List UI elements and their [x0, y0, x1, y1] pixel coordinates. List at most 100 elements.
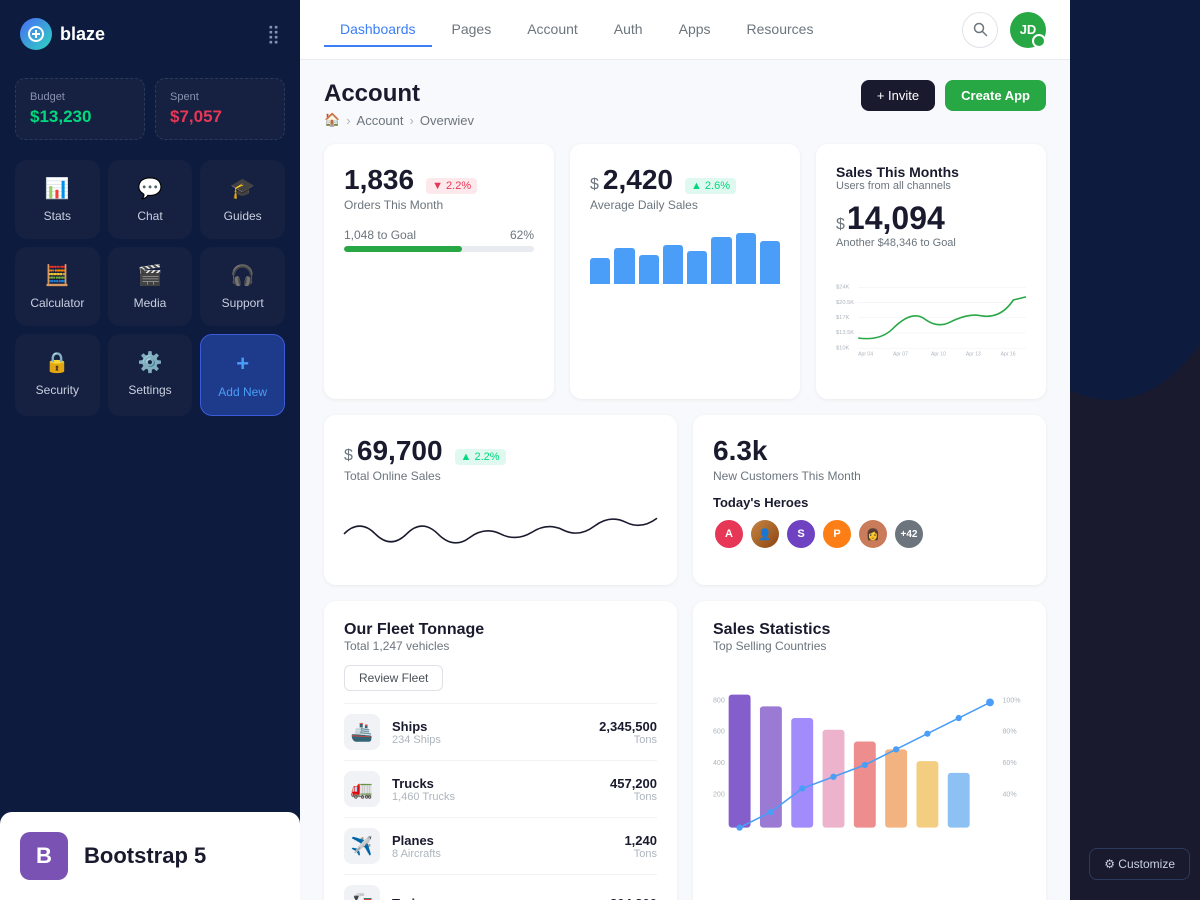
- svg-text:100%: 100%: [1003, 697, 1021, 704]
- bar-8: [760, 241, 780, 284]
- guides-icon: 🎓: [230, 176, 255, 201]
- daily-sales-chart: [590, 224, 780, 284]
- planes-unit: Tons: [624, 848, 657, 860]
- svg-text:$20.5K: $20.5K: [836, 300, 854, 306]
- page-content: Account 🏠 › Account › Overwiev + Invite …: [300, 60, 1070, 900]
- svg-text:$10K: $10K: [836, 345, 849, 351]
- sales-month-title: Sales This Months: [836, 164, 1026, 180]
- page-header: Account 🏠 › Account › Overwiev + Invite …: [324, 80, 1046, 128]
- sales-stats-chart: 800 600 400 200 100% 80% 60% 40%: [713, 665, 1026, 865]
- invite-button[interactable]: + Invite: [861, 80, 935, 111]
- stats-label: Stats: [44, 209, 71, 223]
- svg-text:80%: 80%: [1003, 729, 1017, 736]
- orders-value: 1,836: [344, 164, 414, 196]
- svg-text:Apr 10: Apr 10: [931, 352, 946, 358]
- bar-6: [711, 237, 731, 284]
- hero-4: P: [821, 518, 853, 550]
- tab-pages[interactable]: Pages: [436, 13, 508, 47]
- bar-5: [687, 251, 707, 284]
- customers-label: New Customers This Month: [713, 469, 1026, 483]
- app-name: blaze: [60, 24, 105, 45]
- logo-icon: [20, 18, 52, 50]
- bootstrap-icon: B: [20, 832, 68, 880]
- tab-apps[interactable]: Apps: [663, 13, 727, 47]
- planes-sub: 8 Aircrafts: [392, 848, 612, 860]
- bootstrap-banner: B Bootstrap 5: [0, 812, 300, 900]
- menu-icon[interactable]: ⣿: [267, 24, 280, 45]
- sidebar-item-chat[interactable]: 💬 Chat: [108, 160, 193, 239]
- bar-2: [614, 248, 634, 284]
- spent-label: Spent: [170, 91, 270, 103]
- fleet-subtitle: Total 1,247 vehicles: [344, 639, 657, 653]
- main-content: Dashboards Pages Account Auth Apps Resou…: [300, 0, 1070, 900]
- fleet-row-ships: 🚢 Ships 234 Ships 2,345,500 Tons: [344, 703, 657, 760]
- search-button[interactable]: [962, 12, 998, 48]
- fleet-ships-info: Ships 234 Ships: [392, 719, 587, 746]
- create-app-button[interactable]: Create App: [945, 80, 1046, 111]
- second-row: $ 69,700 ▲ 2.2% Total Online Sales 6.3k …: [324, 415, 1046, 585]
- guides-label: Guides: [224, 209, 262, 223]
- sidebar-item-media[interactable]: 🎬 Media: [108, 247, 193, 326]
- trains-value-area: 804,300: [610, 896, 657, 900]
- add-new-label: Add New: [218, 385, 267, 399]
- top-nav-tabs: Dashboards Pages Account Auth Apps Resou…: [324, 13, 829, 47]
- top-nav-actions: JD: [962, 12, 1046, 48]
- sidebar-item-support[interactable]: 🎧 Support: [200, 247, 285, 326]
- svg-text:400: 400: [713, 760, 725, 767]
- budget-area: Budget $13,230 Spent $7,057: [0, 68, 300, 160]
- svg-text:$13.5K: $13.5K: [836, 330, 854, 336]
- tab-dashboards[interactable]: Dashboards: [324, 13, 432, 47]
- svg-text:Apr 07: Apr 07: [893, 352, 908, 358]
- wave-chart: [344, 495, 657, 565]
- online-sales-prefix: $: [344, 447, 353, 465]
- svg-text:600: 600: [713, 729, 725, 736]
- svg-text:Apr 13: Apr 13: [966, 352, 981, 358]
- customers-card: 6.3k New Customers This Month Today's He…: [693, 415, 1046, 585]
- ships-unit: Tons: [599, 734, 657, 746]
- fleet-title: Our Fleet Tonnage: [344, 621, 657, 639]
- tab-auth[interactable]: Auth: [598, 13, 659, 47]
- bar-1: [590, 258, 610, 284]
- svg-text:40%: 40%: [1003, 791, 1017, 798]
- tab-account[interactable]: Account: [511, 13, 594, 47]
- svg-text:Apr 16: Apr 16: [1001, 352, 1016, 358]
- sales-month-value: 14,094: [847, 200, 945, 237]
- orders-badge: ▼ 2.2%: [426, 178, 477, 194]
- sidebar-item-calculator[interactable]: 🧮 Calculator: [15, 247, 100, 326]
- breadcrumb: 🏠 › Account › Overwiev: [324, 112, 474, 128]
- breadcrumb-overview: Overwiev: [420, 113, 474, 128]
- daily-sales-badge: ▲ 2.6%: [685, 178, 736, 194]
- page-title: Account: [324, 80, 474, 108]
- progress-bar-bg: [344, 246, 534, 252]
- customize-button[interactable]: ⚙ Customize: [1089, 848, 1190, 880]
- sidebar-item-stats[interactable]: 📊 Stats: [15, 160, 100, 239]
- sales-prefix: $: [836, 216, 845, 234]
- user-avatar[interactable]: JD: [1010, 12, 1046, 48]
- ships-name: Ships: [392, 719, 587, 734]
- trains-name: Trains: [392, 896, 598, 900]
- support-icon: 🎧: [230, 263, 255, 288]
- hero-5: 👩: [857, 518, 889, 550]
- review-fleet-button[interactable]: Review Fleet: [344, 665, 443, 691]
- sidebar-item-add-new[interactable]: + Add New: [200, 334, 285, 416]
- sidebar-item-security[interactable]: 🔒 Security: [15, 334, 100, 416]
- trucks-unit: Tons: [610, 791, 657, 803]
- tab-resources[interactable]: Resources: [731, 13, 830, 47]
- ships-sub: 234 Ships: [392, 734, 587, 746]
- trucks-sub: 1,460 Trucks: [392, 791, 598, 803]
- fleet-trucks-info: Trucks 1,460 Trucks: [392, 776, 598, 803]
- chat-label: Chat: [137, 209, 162, 223]
- hero-1: A: [713, 518, 745, 550]
- daily-sales-label: Average Daily Sales: [590, 198, 780, 212]
- online-sales-value: 69,700: [357, 435, 443, 467]
- budget-label: Budget: [30, 91, 130, 103]
- sales-stats-subtitle: Top Selling Countries: [713, 639, 1026, 653]
- settings-label: Settings: [128, 383, 171, 397]
- calculator-icon: 🧮: [45, 263, 70, 288]
- sidebar-item-settings[interactable]: ⚙️ Settings: [108, 334, 193, 416]
- heroes-section: Today's Heroes A 👤 S P 👩 +42: [713, 495, 1026, 550]
- sidebar-item-guides[interactable]: 🎓 Guides: [200, 160, 285, 239]
- daily-sales-prefix: $: [590, 176, 599, 194]
- hero-3: S: [785, 518, 817, 550]
- chat-icon: 💬: [138, 176, 163, 201]
